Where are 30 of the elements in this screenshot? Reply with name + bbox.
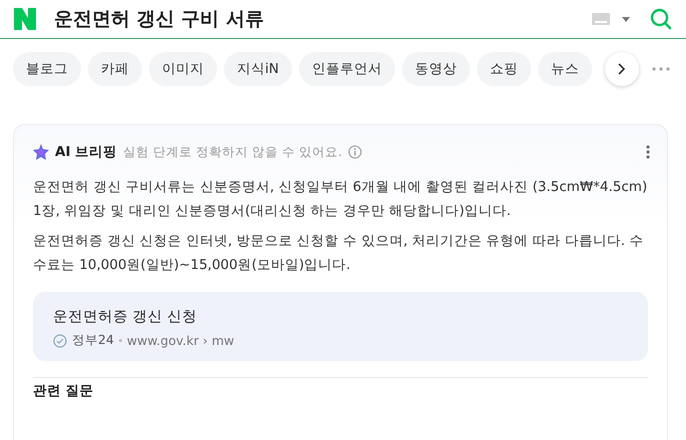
category-tab[interactable]: 쇼핑	[476, 52, 531, 86]
category-tab[interactable]: 이미지	[149, 52, 217, 86]
info-icon[interactable]	[348, 145, 362, 159]
category-tab[interactable]: 카페	[88, 52, 142, 86]
search-query[interactable]: 운전면허 갱신 구비 서류	[54, 6, 592, 32]
more-options-icon[interactable]	[646, 145, 650, 159]
sparkle-icon	[33, 144, 49, 160]
more-icon[interactable]	[652, 67, 670, 71]
category-tab[interactable]: 블로그	[13, 52, 81, 86]
category-tab[interactable]: 동영상	[402, 52, 470, 86]
search-icon[interactable]	[650, 8, 672, 30]
briefing-paragraph: 운전면허증 갱신 신청은 인터넷, 방문으로 신청할 수 있으며, 처리기간은 유형에 따라 다릅니다. 수수료는 10,000원(일반)~15,000원(모바일)입니다.	[33, 232, 644, 275]
source-card[interactable]: 운전면허증 갱신 신청 정부24 www.gov.kr › mw	[33, 292, 648, 361]
separator-dot-icon	[118, 339, 122, 342]
briefing-title: AI 브리핑	[55, 143, 118, 161]
check-circle-icon	[53, 334, 67, 348]
source-site: 정부24	[72, 332, 114, 349]
source-url: www.gov.kr › mw	[126, 333, 234, 348]
naver-logo[interactable]	[12, 6, 38, 32]
related-questions-heading: 관련 질문	[33, 382, 94, 400]
source-title[interactable]: 운전면허증 갱신 신청	[53, 307, 628, 326]
chevron-right-icon	[618, 63, 626, 75]
category-tab[interactable]: 인플루언서	[298, 52, 395, 86]
caret-icon[interactable]	[622, 16, 630, 22]
category-tab[interactable]: 지식iN	[224, 52, 292, 86]
next-arrow-button[interactable]	[604, 52, 639, 86]
keyboard-icon[interactable]	[592, 13, 610, 25]
briefing-notice: 실험 단계로 정확하지 않을 수 있어요.	[123, 144, 342, 160]
briefing-paragraph: 운전면허 갱신 구비서류는 신분증명서, 신청일부터 6개월 내에 촬영된 컬러사진 (3.5cm₩*4.5cm) 1장, 위임장 및 대리인 신분증명서(대리신청 하는 경우만 해당합니다)입니다.	[33, 178, 648, 221]
category-tab[interactable]: 뉴스	[538, 52, 592, 86]
